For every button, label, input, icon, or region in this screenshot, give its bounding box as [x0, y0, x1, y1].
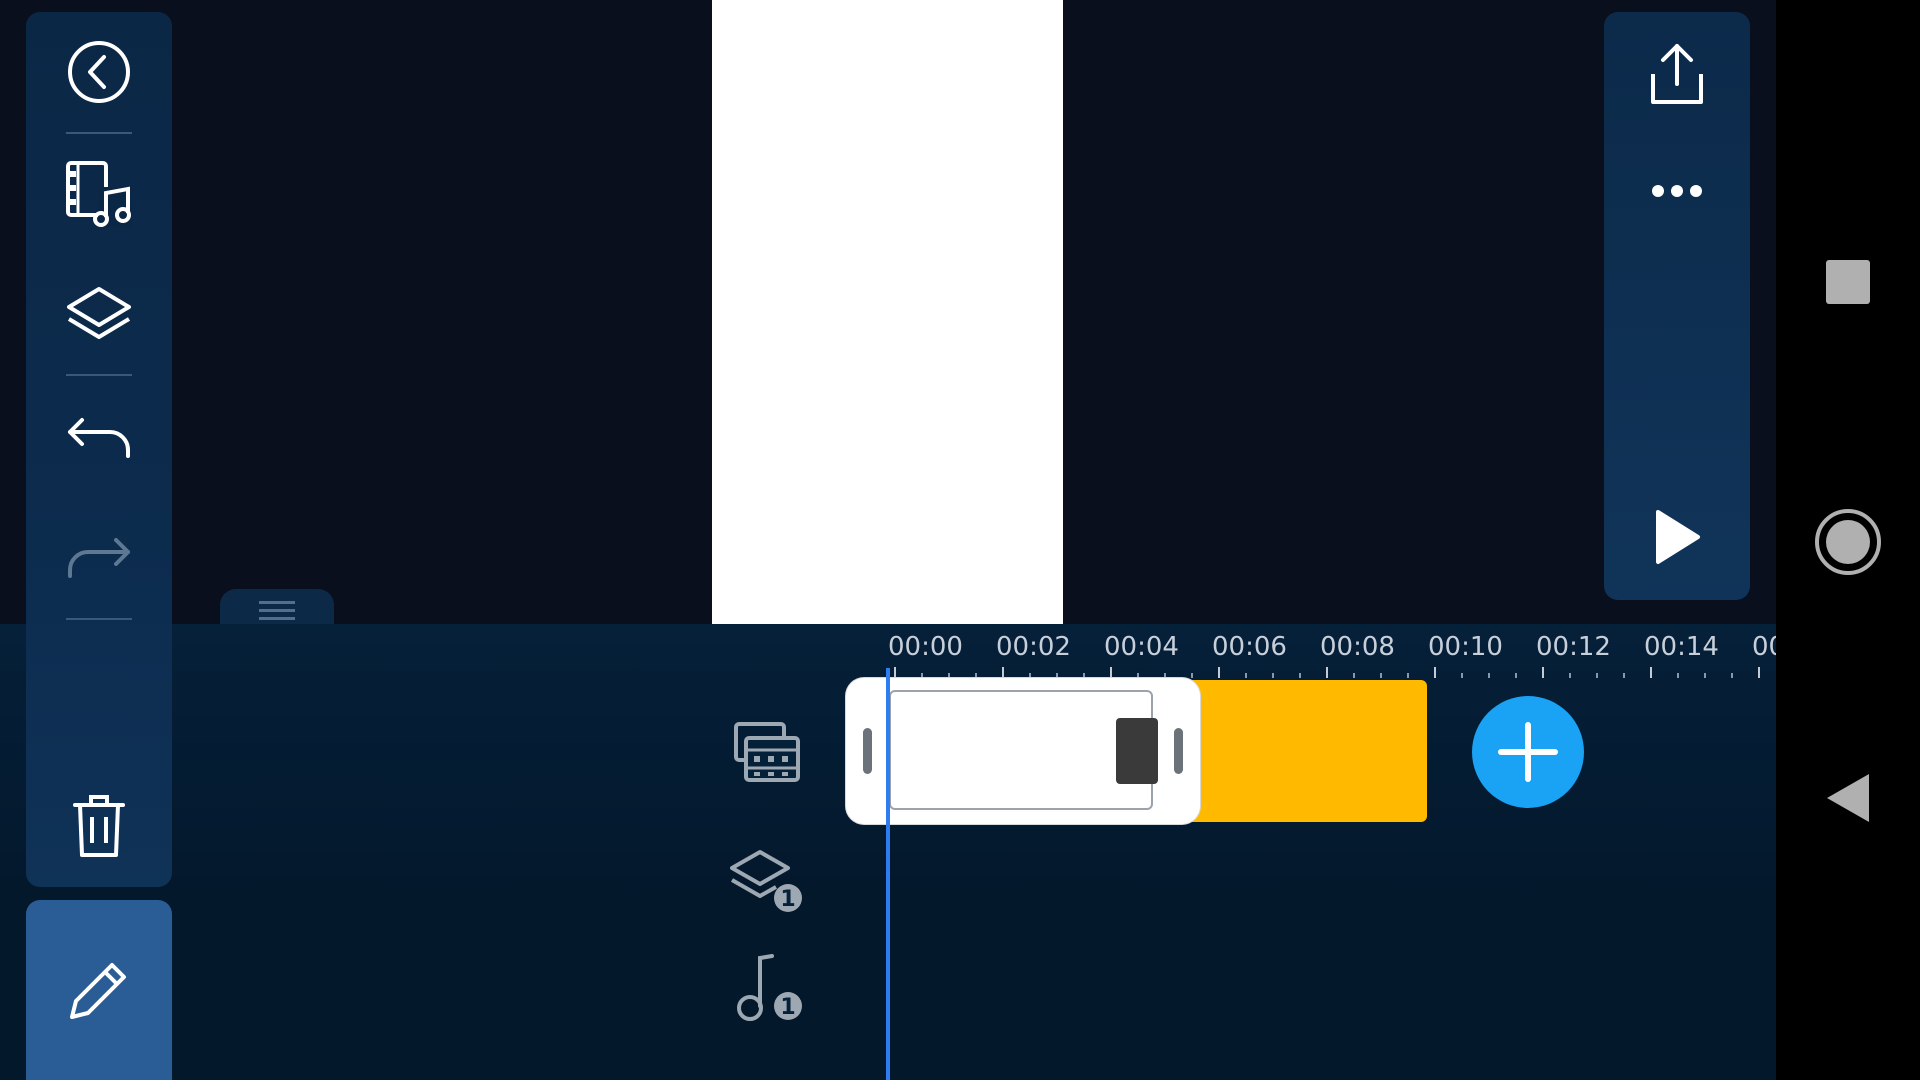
ruler-label: 00:06 [1212, 632, 1287, 662]
preview-area [0, 0, 1776, 624]
audio-track-button[interactable]: 1 [730, 950, 804, 1024]
video-editor: 00:00 00:02 00:04 00:06 00:08 00:10 00:1… [0, 0, 1776, 1080]
layers-icon [67, 287, 131, 339]
toolbar-divider [66, 132, 132, 134]
ruler-label: 00:10 [1428, 632, 1503, 662]
ruler-minor-tick [1191, 673, 1193, 678]
ruler-minor-tick [1515, 673, 1517, 678]
layers-track-button[interactable]: 1 [730, 844, 804, 918]
video-track-button[interactable] [730, 716, 804, 790]
home-icon [1815, 509, 1881, 575]
media-button[interactable] [26, 144, 172, 244]
audio-count: 1 [780, 995, 795, 1020]
timeline-ruler[interactable]: 00:00 00:02 00:04 00:06 00:08 00:10 00:1… [880, 624, 1776, 680]
ruler-minor-tick [1353, 673, 1355, 678]
right-toolbar [1604, 12, 1750, 600]
undo-icon [68, 418, 130, 458]
pencil-icon [70, 963, 126, 1019]
ruler-minor-tick [1245, 673, 1247, 678]
toolbar-divider [66, 618, 132, 620]
ruler-minor-tick [1704, 673, 1706, 678]
ruler-label: 00:08 [1320, 632, 1395, 662]
redo-icon [68, 538, 130, 578]
ruler-minor-tick [1731, 673, 1733, 678]
ruler-major-tick [1110, 667, 1112, 678]
ruler-label: 00:00 [888, 632, 963, 662]
edit-tab[interactable] [26, 900, 172, 1080]
ruler-minor-tick [1623, 673, 1625, 678]
ruler-minor-tick [1488, 673, 1490, 678]
playhead[interactable] [886, 668, 890, 1080]
play-button[interactable] [1604, 482, 1750, 592]
drag-handle-icon [259, 601, 295, 620]
ruler-label: 00:12 [1536, 632, 1611, 662]
ruler-minor-tick [1272, 673, 1274, 678]
music-note-icon: 1 [737, 954, 802, 1021]
ruler-minor-tick [1569, 673, 1571, 678]
delete-button[interactable] [26, 776, 172, 876]
recents-button[interactable] [1776, 240, 1920, 324]
home-button[interactable] [1776, 500, 1920, 584]
ruler-minor-tick [1677, 673, 1679, 678]
ruler-minor-tick [1596, 673, 1598, 678]
more-icon [1652, 185, 1702, 197]
ruler-major-tick [1002, 667, 1004, 678]
back-button[interactable] [26, 22, 172, 122]
media-music-icon [66, 161, 132, 227]
ruler-minor-tick [1299, 673, 1301, 678]
ruler-label: 00:14 [1644, 632, 1719, 662]
export-button[interactable] [1604, 18, 1750, 128]
add-clip-button[interactable] [1472, 696, 1584, 808]
layers-count: 1 [780, 887, 795, 912]
back-icon [68, 41, 130, 103]
toolbar-divider [66, 374, 132, 376]
ruler-major-tick [1650, 667, 1652, 678]
ruler-minor-tick [1380, 673, 1382, 678]
ruler-major-tick [1542, 667, 1544, 678]
recents-icon [1826, 260, 1870, 304]
ruler-major-tick [894, 667, 896, 678]
panel-drag-handle[interactable] [220, 589, 334, 624]
layers-track-icon: 1 [730, 850, 802, 912]
ruler-minor-tick [1461, 673, 1463, 678]
ruler-major-tick [1758, 667, 1760, 678]
system-nav-bar [1776, 0, 1920, 1080]
clip-end-frame [1116, 718, 1158, 784]
ruler-major-tick [1218, 667, 1220, 678]
redo-button[interactable] [26, 508, 172, 608]
back-nav-button[interactable] [1776, 756, 1920, 840]
ruler-label: 00:04 [1104, 632, 1179, 662]
trim-handle-left[interactable] [863, 728, 872, 774]
plus-icon [1498, 722, 1558, 782]
clip-thumbnail [889, 690, 1153, 810]
preview-frame[interactable] [712, 0, 1063, 624]
play-icon [1656, 510, 1700, 564]
more-button[interactable] [1604, 136, 1750, 246]
back-nav-icon [1827, 774, 1869, 822]
layers-button[interactable] [26, 266, 172, 366]
ruler-major-tick [1434, 667, 1436, 678]
undo-button[interactable] [26, 388, 172, 488]
export-icon [1651, 44, 1703, 104]
delete-icon [73, 795, 125, 857]
ruler-label: 00:02 [996, 632, 1071, 662]
trim-handle-right[interactable] [1174, 728, 1183, 774]
ruler-minor-tick [1407, 673, 1409, 678]
video-track-icon [734, 722, 800, 782]
ruler-major-tick [1326, 667, 1328, 678]
left-toolbar [26, 12, 172, 887]
ruler-label: 00 [1752, 632, 1776, 662]
